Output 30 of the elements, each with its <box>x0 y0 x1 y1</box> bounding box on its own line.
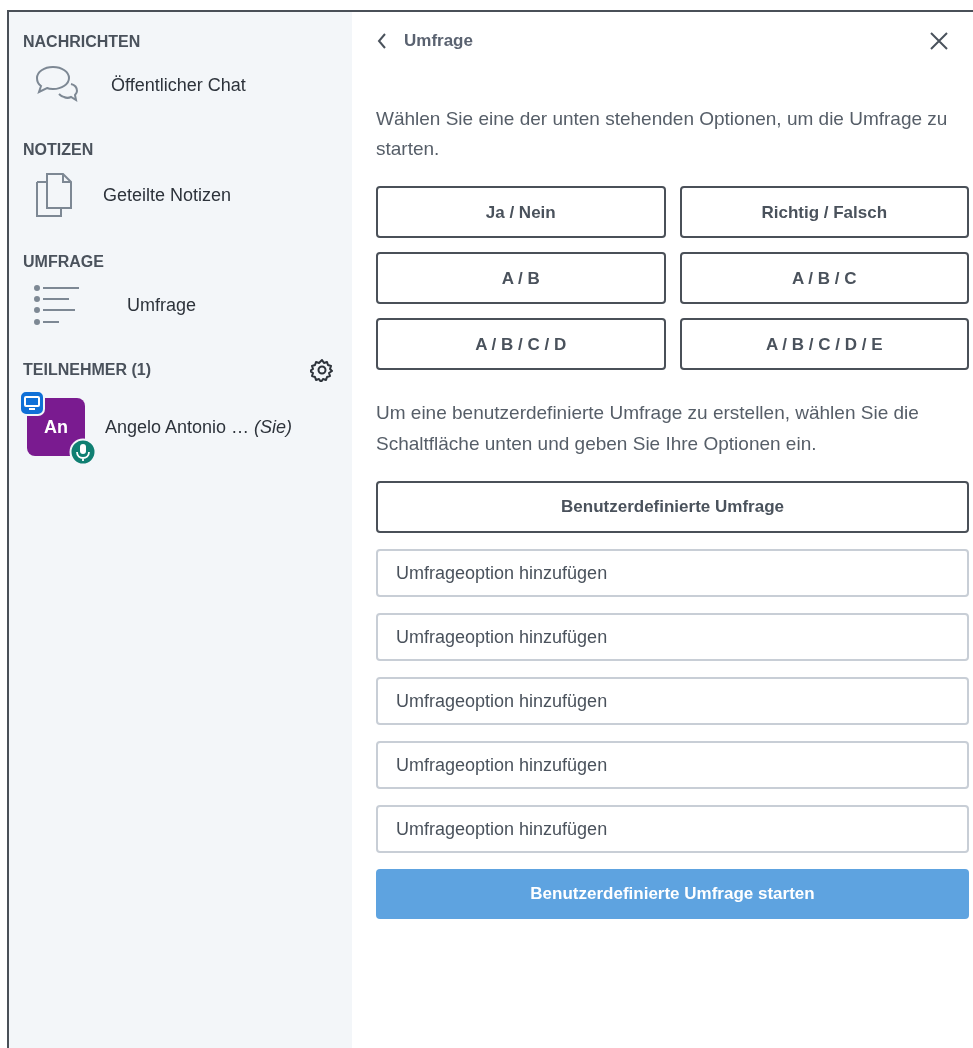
sidebar-item[interactable]: Umfrage <box>127 291 197 319</box>
list-icon <box>33 284 81 326</box>
instruction-text: Wählen Sie eine der unten stehenden Optionen, um die Umfrage zu starten. <box>376 106 949 161</box>
section-heading: TEILNEHMER (1) <box>23 360 151 380</box>
sidebar-item[interactable]: Öffentlicher Chat <box>111 71 246 99</box>
participant-name[interactable]: Angelo Antonio … (Sie) <box>105 413 293 441</box>
section-heading: UMFRAGE <box>23 252 105 272</box>
option-field[interactable]: Umfrageoption hinzufügen <box>376 613 969 662</box>
section-heading: NACHRICHTEN <box>23 32 142 52</box>
back-icon <box>376 31 388 50</box>
back-button[interactable]: Umfrage <box>376 28 473 54</box>
option-field[interactable]: Umfrageoption hinzufügen <box>376 549 969 598</box>
close-button[interactable] <box>929 30 949 51</box>
poll-type-button[interactable]: Ja / Nein <box>376 186 666 239</box>
custom-poll-button[interactable]: Benutzerdefinierte Umfrage <box>376 481 969 534</box>
option-field[interactable]: Umfrageoption hinzufügen <box>376 677 969 726</box>
poll-type-button[interactable]: A / B / C <box>679 252 969 305</box>
poll-type-button[interactable]: A / B <box>376 252 666 305</box>
option-field[interactable]: Umfrageoption hinzufügen <box>376 805 969 854</box>
poll-type-button[interactable]: Richtig / Falsch <box>679 186 969 239</box>
section-heading: NOTIZEN <box>23 140 95 160</box>
settings-icon[interactable] <box>310 358 334 382</box>
poll-type-button[interactable]: A / B / C / D <box>376 318 666 371</box>
poll-type-button[interactable]: A / B / C / D / E <box>679 318 969 371</box>
option-field[interactable]: Umfrageoption hinzufügen <box>376 741 969 790</box>
presenter-icon <box>19 390 45 416</box>
sidebar-item[interactable]: Geteilte Notizen <box>103 181 232 209</box>
documents-icon <box>33 172 73 218</box>
microphone-icon <box>69 438 97 466</box>
instruction-text: Um eine benutzerdefinierte Umfrage zu erstellen, wählen Sie die Schaltfläche unten und geben Sie Ihre Optionen ein. <box>376 401 920 456</box>
